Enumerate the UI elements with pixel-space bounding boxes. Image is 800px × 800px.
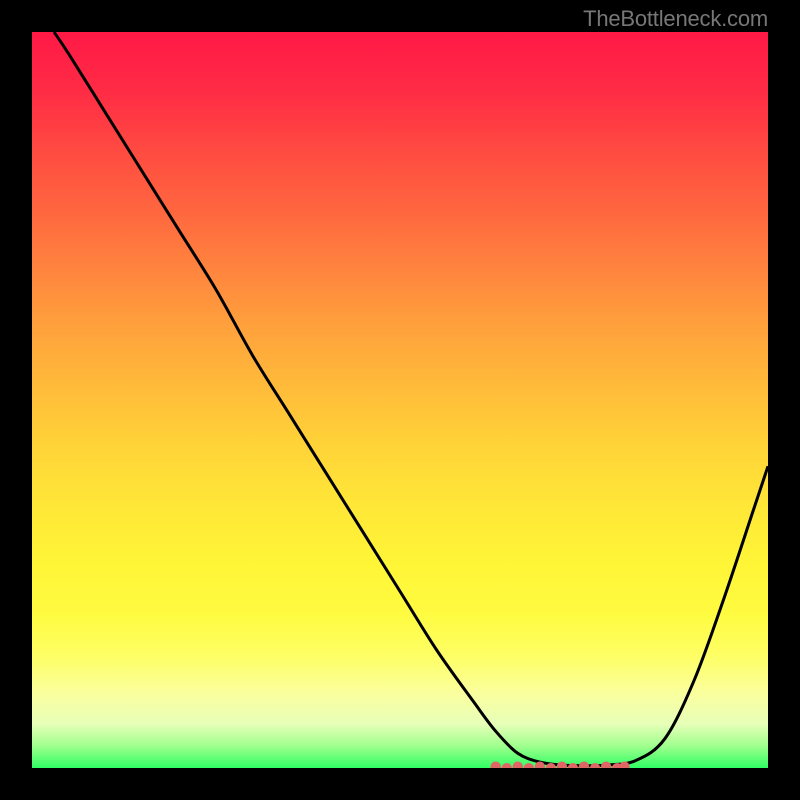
watermark-text: TheBottleneck.com [583,6,768,32]
chart-curve-layer [32,32,768,768]
bottleneck-curve [54,32,768,766]
low-bottleneck-marker [490,761,629,768]
